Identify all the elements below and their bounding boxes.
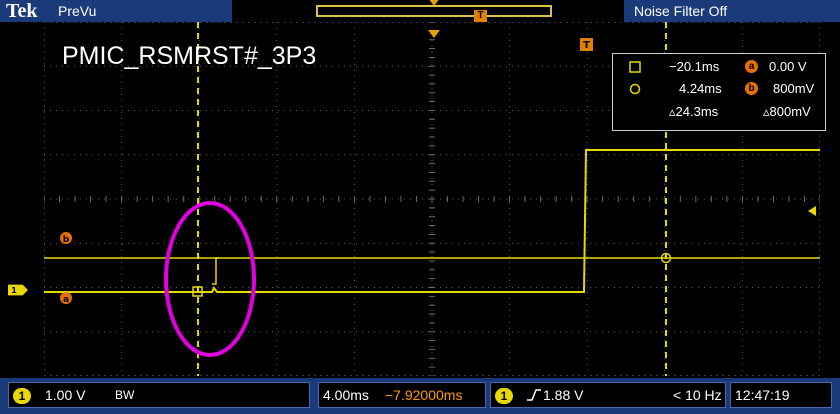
clock: 12:47:19 bbox=[735, 383, 790, 407]
trigger-level-arrow-icon bbox=[808, 206, 816, 216]
bottom-status-bar: 1 1.00 V BW 4.00ms −7.92000ms 1 1.88 V <… bbox=[0, 378, 840, 414]
ref-b-label: b bbox=[63, 235, 70, 245]
cursor-b-circle-icon bbox=[629, 83, 641, 95]
record-window-bar[interactable] bbox=[316, 5, 552, 17]
top-status-bar: Tek PreVu T Noise Filter Off bbox=[0, 0, 840, 22]
record-trigger-position-icon bbox=[428, 0, 440, 6]
oscilloscope-screen: Tek PreVu T Noise Filter Off T b a bbox=[0, 0, 840, 414]
noise-filter-status: Noise Filter Off bbox=[634, 0, 727, 22]
trigger-settings[interactable]: 1 1.88 V < 10 Hz bbox=[490, 382, 726, 408]
svg-text:T: T bbox=[583, 40, 590, 51]
delta-time: ▵24.3ms bbox=[669, 104, 718, 120]
channel-badge: 1 bbox=[13, 388, 31, 404]
cursor-readout-panel: −20.1ms a 0.00 V 4.24ms b 800mV ▵24.3ms … bbox=[612, 53, 826, 131]
acquisition-mode: PreVu bbox=[58, 0, 96, 22]
cursor-a-time: −20.1ms bbox=[669, 59, 719, 74]
time-per-div: 4.00ms bbox=[323, 383, 369, 407]
waveform-label: PMIC_RSMRST#_3P3 bbox=[62, 42, 316, 71]
channel-1-ground-marker[interactable]: 1 bbox=[8, 282, 28, 298]
cursor-b-volt: 800mV bbox=[773, 81, 814, 96]
glitch-step bbox=[212, 258, 220, 284]
cursor-a-square-icon bbox=[629, 61, 641, 73]
cursor-b-time: 4.24ms bbox=[679, 81, 722, 96]
cursor-a-volt: 0.00 V bbox=[769, 59, 807, 74]
channel-1-marker-label: 1 bbox=[11, 286, 17, 295]
trigger-channel-badge: 1 bbox=[495, 388, 513, 404]
cursor-a-tag-icon: a bbox=[745, 60, 758, 73]
bandwidth-limit: BW bbox=[115, 383, 134, 407]
trigger-level: 1.88 V bbox=[543, 383, 583, 407]
delta-volt: ▵800mV bbox=[763, 104, 811, 120]
horizontal-delay: −7.92000ms bbox=[385, 383, 462, 407]
volts-per-div: 1.00 V bbox=[45, 383, 85, 407]
cursor-b-tag-icon: b bbox=[745, 82, 758, 95]
trigger-time-marker-icon bbox=[428, 30, 440, 38]
highlight-ellipse bbox=[166, 203, 254, 355]
trigger-frequency: < 10 Hz bbox=[673, 383, 722, 407]
clock-box: 12:47:19 bbox=[730, 382, 832, 408]
rising-edge-icon bbox=[527, 389, 541, 401]
vertical-settings[interactable]: 1 1.00 V BW bbox=[8, 382, 310, 408]
horizontal-settings[interactable]: 4.00ms −7.92000ms bbox=[318, 382, 486, 408]
ref-a-label: a bbox=[63, 295, 69, 305]
brand-logo: Tek bbox=[6, 0, 38, 22]
